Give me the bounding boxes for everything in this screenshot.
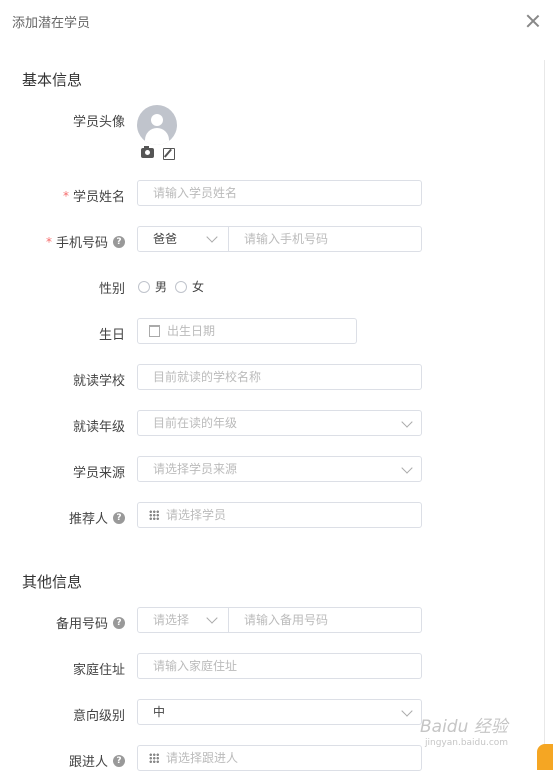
watermark-logo: Baidu 经验 (420, 717, 508, 737)
help-icon[interactable]: ? (113, 616, 125, 629)
avatar-head-shape (151, 114, 163, 126)
backup-phone-label: 备用号码? (56, 613, 125, 632)
source-label: 学员来源 (73, 462, 125, 481)
follower-placeholder: 请选择跟进人 (166, 751, 239, 765)
follower-label: 跟进人? (69, 751, 125, 770)
backup-phone-combo: 请选择 请输入备用号码 (137, 607, 422, 633)
section-basic-info: 基本信息 (22, 71, 83, 89)
address-label: 家庭住址 (73, 659, 125, 678)
grid-icon (149, 509, 159, 520)
grade-label-text: 就读年级 (72, 420, 125, 435)
referrer-select[interactable]: 请选择学员 (137, 502, 422, 528)
required-mark: * (45, 234, 52, 249)
school-label: 就读学校 (73, 370, 125, 389)
name-label-text: 学员姓名 (72, 190, 125, 205)
intent-label-text: 意向级别 (72, 709, 125, 724)
avatar-label: 学员头像 (73, 111, 125, 130)
grade-select[interactable]: 目前在读的年级 (137, 410, 422, 436)
grade-placeholder: 目前在读的年级 (153, 416, 238, 430)
calendar-icon (149, 324, 160, 337)
source-label-text: 学员来源 (72, 466, 125, 481)
backup-phone-label-text: 备用号码 (55, 617, 108, 632)
camera-icon[interactable] (141, 146, 154, 158)
help-icon[interactable]: ? (113, 754, 125, 767)
name-label: * 学员姓名 (62, 186, 125, 206)
floating-badge[interactable] (537, 744, 553, 770)
birthday-placeholder: 出生日期 (167, 324, 216, 338)
edit-icon[interactable] (163, 148, 175, 160)
chevron-down-icon (401, 462, 413, 474)
relation-value: 爸爸 (153, 232, 178, 246)
follower-select[interactable]: 请选择跟进人 (137, 745, 422, 771)
intent-select[interactable]: 中 (137, 699, 422, 725)
help-icon[interactable]: ? (113, 235, 125, 248)
scrollbar-track[interactable] (544, 60, 545, 768)
chevron-down-icon (401, 416, 413, 428)
grid-icon (149, 752, 159, 763)
avatar-body-shape (145, 128, 169, 145)
gender-label-text: 性别 (98, 282, 125, 297)
intent-value: 中 (153, 705, 166, 719)
radio-male[interactable] (138, 280, 150, 293)
phone-combo: 爸爸 请输入手机号码 (137, 226, 422, 252)
gender-radio-group: 男 女 (138, 278, 212, 295)
relation-select[interactable]: 爸爸 (138, 227, 229, 251)
referrer-label-text: 推荐人 (68, 512, 108, 527)
radio-female-label[interactable]: 女 (192, 278, 204, 295)
gender-label: 性别 (99, 278, 125, 297)
add-student-dialog: 添加潜在学员 基本信息 学员头像 * 学员姓名 请输入学员姓名 * 手机号码? 爸爸… (0, 0, 553, 771)
school-label-text: 就读学校 (72, 374, 125, 389)
close-icon[interactable] (524, 12, 542, 30)
address-label-text: 家庭住址 (72, 663, 125, 678)
avatar-tools (141, 146, 175, 160)
follower-label-text: 跟进人 (68, 755, 108, 770)
school-input[interactable]: 目前就读的学校名称 (137, 364, 422, 390)
phone-label: * 手机号码? (46, 232, 125, 251)
avatar[interactable] (137, 105, 177, 145)
backup-relation-placeholder: 请选择 (153, 613, 190, 627)
chevron-down-icon (206, 231, 218, 243)
student-name-input[interactable]: 请输入学员姓名 (137, 180, 422, 206)
phone-label-text: 手机号码 (55, 236, 108, 251)
intent-label: 意向级别 (73, 705, 125, 724)
phone-input[interactable]: 请输入手机号码 (229, 227, 421, 251)
birthday-picker[interactable]: 出生日期 (137, 318, 357, 344)
radio-female[interactable] (175, 280, 188, 293)
chevron-down-icon (401, 705, 413, 717)
backup-phone-input[interactable]: 请输入备用号码 (229, 608, 421, 632)
dialog-title: 添加潜在学员 (12, 16, 91, 31)
watermark-url: jingyan.baidu.com (425, 738, 509, 748)
required-mark: * (62, 188, 69, 203)
chevron-down-icon (206, 612, 218, 624)
backup-relation-select[interactable]: 请选择 (138, 608, 229, 632)
source-placeholder: 请选择学员来源 (153, 462, 238, 476)
birthday-label: 生日 (99, 324, 125, 343)
radio-male-label[interactable]: 男 (155, 278, 167, 295)
help-icon[interactable]: ? (113, 511, 125, 524)
source-select[interactable]: 请选择学员来源 (137, 456, 422, 482)
referrer-placeholder: 请选择学员 (166, 508, 227, 522)
birthday-label-text: 生日 (98, 328, 125, 343)
avatar-label-text: 学员头像 (72, 115, 125, 130)
section-other-info: 其他信息 (22, 573, 83, 591)
grade-label: 就读年级 (73, 416, 125, 435)
referrer-label: 推荐人? (69, 508, 125, 527)
address-input[interactable]: 请输入家庭住址 (137, 653, 422, 679)
